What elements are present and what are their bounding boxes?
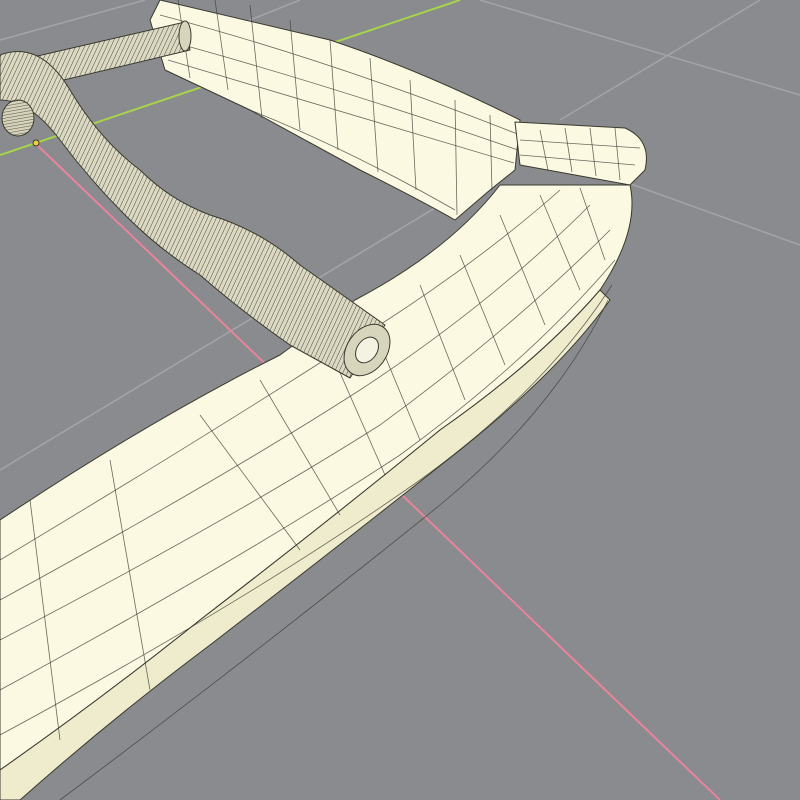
grid-line <box>0 0 146 41</box>
corner-cap[interactable] <box>514 121 647 186</box>
grid-line <box>619 179 800 246</box>
grid-line <box>559 0 761 121</box>
scene-canvas[interactable] <box>0 0 800 800</box>
left-knob[interactable] <box>1 99 35 137</box>
mesh-model[interactable] <box>0 0 647 800</box>
front-rim[interactable] <box>0 184 633 771</box>
top-rod-end <box>178 20 192 52</box>
origin-point <box>32 139 40 147</box>
3d-viewport[interactable] <box>0 0 800 800</box>
grid-line <box>479 0 800 96</box>
